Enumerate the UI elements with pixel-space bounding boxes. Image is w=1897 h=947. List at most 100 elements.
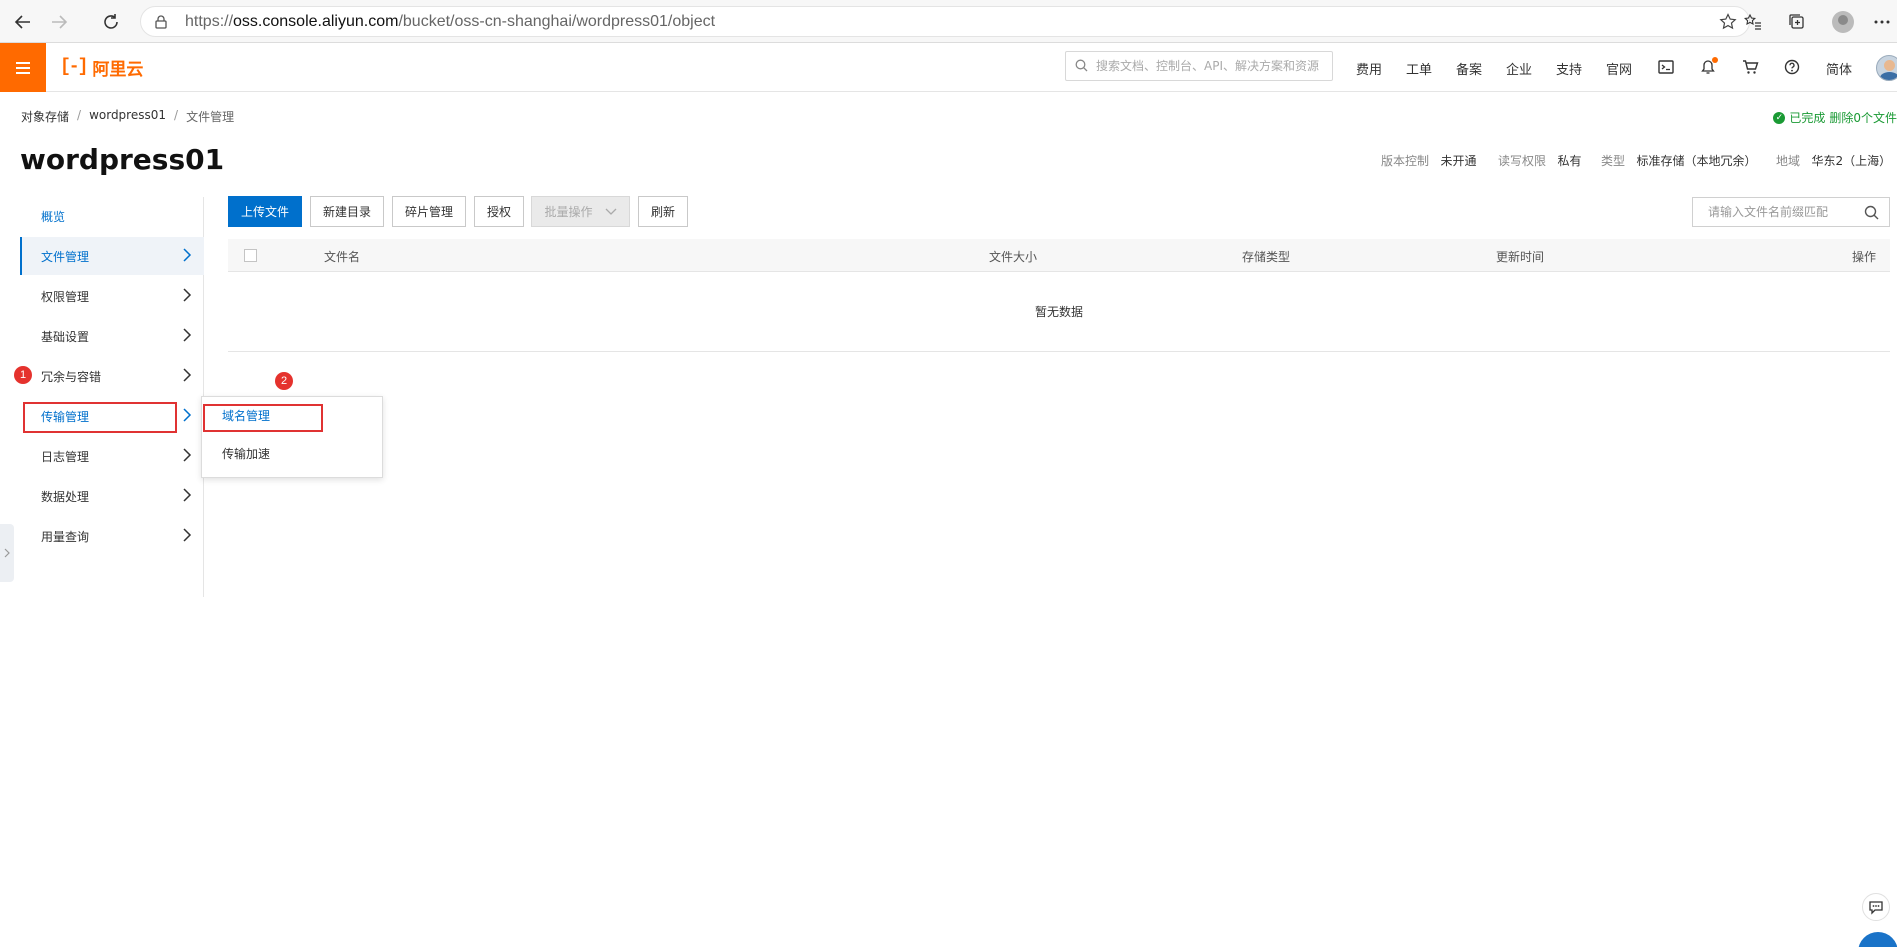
meta-key: 读写权限 bbox=[1498, 154, 1547, 168]
sidebar-item-overview[interactable]: 概览 bbox=[20, 197, 204, 235]
feedback-chat-icon[interactable] bbox=[1862, 893, 1890, 921]
browser-profile-icon[interactable] bbox=[1832, 11, 1854, 33]
global-search-input[interactable] bbox=[1096, 56, 1326, 76]
column-filesize[interactable]: 文件大小 bbox=[989, 248, 1037, 265]
sidebar-item-usage[interactable]: 用量查询 bbox=[20, 517, 204, 555]
console-topnav: [-] 阿里云 费用 工单 备案 企业 支持 官网 简体 bbox=[0, 43, 1897, 92]
breadcrumb-bucket[interactable]: wordpress01 bbox=[89, 108, 166, 125]
meta-key: 地域 bbox=[1776, 154, 1801, 168]
aliyun-logo[interactable]: [-] 阿里云 bbox=[60, 55, 144, 80]
user-avatar[interactable] bbox=[1876, 55, 1897, 81]
logo-text: 阿里云 bbox=[92, 59, 144, 80]
sidebar-item-label: 冗余与容错 bbox=[41, 369, 102, 384]
file-table-empty: 暂无数据 bbox=[228, 272, 1890, 352]
chevron-right-icon bbox=[182, 288, 192, 305]
url-path: /bucket/oss-cn-shanghai/wordpress01/obje… bbox=[398, 13, 716, 30]
chevron-right-icon bbox=[182, 448, 192, 465]
sidebar-item-logs[interactable]: 日志管理 bbox=[20, 437, 204, 475]
meta-value: 未开通 bbox=[1440, 154, 1477, 168]
search-icon[interactable] bbox=[1864, 205, 1879, 224]
favorites-list-icon[interactable] bbox=[1742, 11, 1764, 33]
more-options-icon[interactable] bbox=[1871, 11, 1893, 33]
page-title: wordpress01 bbox=[20, 143, 225, 176]
column-storage-class[interactable]: 存储类型 bbox=[1242, 248, 1290, 265]
address-bar[interactable]: https://oss.console.aliyun.com/bucket/os… bbox=[140, 6, 1750, 37]
status-deleted-text: 删除0个文件 bbox=[1829, 111, 1897, 125]
url-scheme: https:// bbox=[185, 13, 234, 30]
breadcrumb-oss[interactable]: 对象存储 bbox=[21, 108, 69, 125]
browser-toolbar: https://oss.console.aliyun.com/bucket/os… bbox=[0, 0, 1897, 43]
fragment-management-button[interactable]: 碎片管理 bbox=[392, 196, 466, 227]
meta-acl: 读写权限 私有 bbox=[1498, 152, 1581, 169]
url-host: oss.console.aliyun.com bbox=[233, 13, 399, 30]
meta-value: 华东2（上海） bbox=[1811, 154, 1892, 168]
nav-billing[interactable]: 费用 bbox=[1356, 59, 1382, 78]
cart-icon[interactable] bbox=[1740, 57, 1760, 77]
authorize-button[interactable]: 授权 bbox=[474, 196, 524, 227]
step-badge-2: 2 bbox=[275, 372, 293, 390]
sidebar-item-basic-settings[interactable]: 基础设置 bbox=[20, 317, 204, 355]
hamburger-menu-icon[interactable] bbox=[0, 43, 46, 92]
collections-icon[interactable] bbox=[1786, 11, 1808, 33]
back-arrow-icon[interactable] bbox=[12, 11, 34, 33]
breadcrumb: 对象存储 / wordpress01 / 文件管理 bbox=[21, 108, 234, 125]
sidebar-item-permissions[interactable]: 权限管理 bbox=[20, 277, 204, 315]
submenu-item-acceleration[interactable]: 传输加速 bbox=[202, 435, 382, 471]
sidebar-item-data-processing[interactable]: 数据处理 bbox=[20, 477, 204, 515]
nav-tickets[interactable]: 工单 bbox=[1406, 59, 1432, 78]
help-question-icon[interactable] bbox=[1782, 57, 1802, 77]
refresh-button[interactable]: 刷新 bbox=[638, 196, 688, 227]
sidebar-item-redundancy[interactable]: 冗余与容错 bbox=[20, 357, 204, 395]
highlight-box-domain bbox=[203, 404, 323, 432]
language-switch[interactable]: 简体 bbox=[1826, 59, 1852, 78]
chevron-right-icon bbox=[182, 408, 192, 425]
sidebar-item-label: 文件管理 bbox=[41, 249, 90, 264]
sidebar-item-label: 日志管理 bbox=[41, 449, 90, 464]
submenu-item-label: 传输加速 bbox=[222, 446, 271, 461]
reload-icon[interactable] bbox=[100, 11, 122, 33]
sidebar-collapse-handle[interactable] bbox=[0, 524, 14, 582]
notification-dot bbox=[1712, 57, 1718, 63]
nav-enterprise[interactable]: 企业 bbox=[1506, 59, 1532, 78]
forward-arrow-icon[interactable] bbox=[48, 11, 70, 33]
terminal-icon[interactable] bbox=[1656, 57, 1676, 77]
nav-official-site[interactable]: 官网 bbox=[1606, 59, 1632, 78]
task-status[interactable]: ✓ 已完成 删除0个文件 bbox=[1773, 109, 1897, 126]
step-badge-1: 1 bbox=[14, 366, 32, 384]
url-text: https://oss.console.aliyun.com/bucket/os… bbox=[185, 13, 715, 31]
meta-key: 类型 bbox=[1601, 154, 1626, 168]
batch-operations-dropdown[interactable]: 批量操作 bbox=[531, 196, 630, 227]
global-search[interactable] bbox=[1065, 51, 1333, 81]
logo-mark: [-] bbox=[60, 57, 88, 77]
sidebar-item-files[interactable]: 文件管理 bbox=[20, 237, 204, 275]
search-icon bbox=[1075, 59, 1088, 76]
file-prefix-search-input[interactable] bbox=[1708, 203, 1858, 221]
column-actions: 操作 bbox=[1852, 250, 1877, 264]
breadcrumb-separator: / bbox=[77, 108, 82, 122]
meta-storage-type: 类型 标准存储（本地冗余） bbox=[1601, 152, 1756, 169]
upload-file-button[interactable]: 上传文件 bbox=[228, 196, 302, 227]
assistant-fab-icon[interactable] bbox=[1858, 932, 1897, 947]
meta-value: 标准存储（本地冗余） bbox=[1636, 154, 1757, 168]
notification-bell-icon[interactable] bbox=[1698, 57, 1718, 77]
empty-state-text: 暂无数据 bbox=[1034, 305, 1083, 319]
column-filename[interactable]: 文件名 bbox=[324, 248, 360, 265]
favorite-star-icon[interactable] bbox=[1719, 13, 1737, 35]
chevron-right-icon bbox=[182, 488, 192, 505]
meta-value: 私有 bbox=[1557, 154, 1582, 168]
breadcrumb-current: 文件管理 bbox=[186, 110, 235, 124]
sidebar-item-label: 用量查询 bbox=[41, 529, 90, 544]
highlight-box-transfer bbox=[23, 402, 177, 433]
nav-support[interactable]: 支持 bbox=[1556, 59, 1582, 78]
select-all-checkbox[interactable] bbox=[244, 249, 257, 262]
chevron-right-icon bbox=[182, 328, 192, 345]
nav-icp[interactable]: 备案 bbox=[1456, 59, 1482, 78]
file-search-box[interactable] bbox=[1692, 197, 1890, 227]
status-done-text: 已完成 bbox=[1789, 111, 1826, 125]
column-updated-time[interactable]: 更新时间 bbox=[1496, 248, 1544, 265]
chevron-right-icon bbox=[4, 548, 10, 558]
sidebar-item-label: 数据处理 bbox=[41, 489, 90, 504]
chevron-right-icon bbox=[182, 248, 192, 265]
new-directory-button[interactable]: 新建目录 bbox=[310, 196, 384, 227]
meta-region: 地域 华东2（上海） bbox=[1776, 152, 1891, 169]
